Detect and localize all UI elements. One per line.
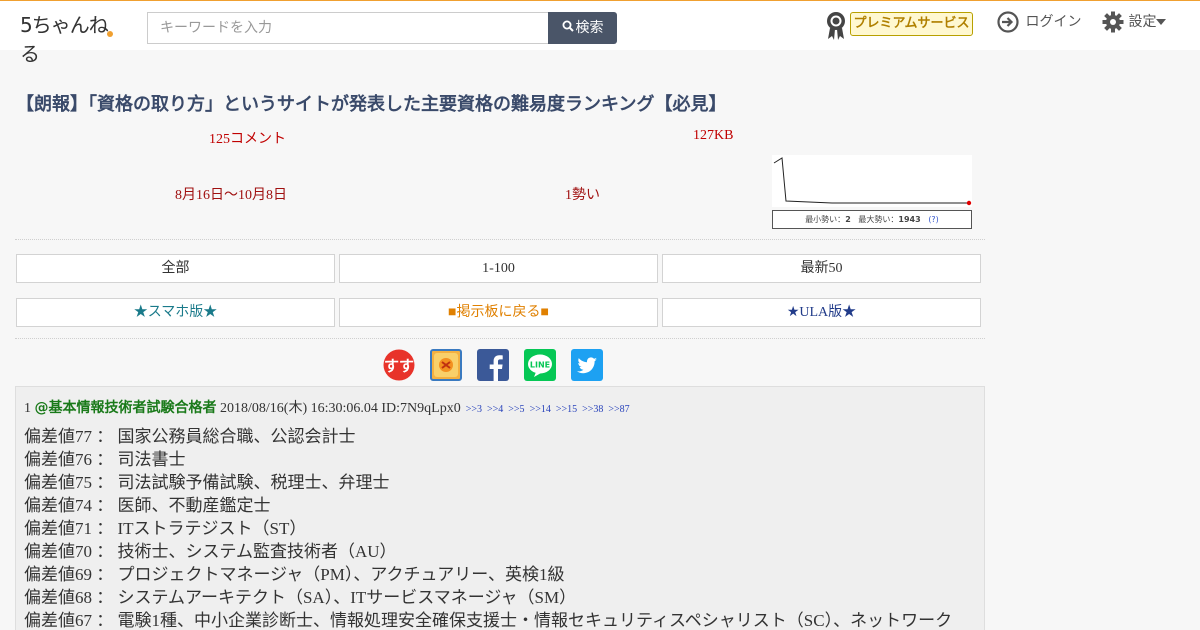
comment-count: 125コメント [209,132,286,147]
max-momentum-label: 最大勢い： [858,215,899,224]
reply-link[interactable]: >>14 [530,404,551,415]
reply-link[interactable]: >>3 [466,404,482,415]
back-to-board-button[interactable]: ■掲示板に戻る■ [339,298,658,327]
site-logo[interactable]: 5ちゃんねる [20,9,115,66]
reply-link[interactable]: >>4 [487,404,503,415]
search-button[interactable]: 検索 [548,12,617,44]
thread-date-range: 8月16日〜10月8日 [175,188,287,203]
post-header: 1 @基本情報技術者試験合格者 2018/08/16(木) 16:30:06.0… [24,397,630,417]
top-bar: 5ちゃんねる キーワードを入力 検索 プレミアムサービス ログイン 設定 [0,0,1200,66]
sumaho-icon[interactable]: すす [383,349,415,381]
settings-label: 設定 [1128,14,1157,30]
post-line: 偏差値76 ： 司法書士 [24,450,186,469]
post-date: 2018/08/16(木) 16:30:06.04 [220,401,378,416]
premium-label: プレミアムサービス [850,12,973,36]
post-line: 偏差値70 ： 技術士、システム監査技術者（AU） [24,542,397,561]
gear-icon [1102,11,1128,33]
medal-icon [825,11,847,41]
post-line: 偏差値74 ： 医師、不動産鑑定士 [24,496,271,515]
login-link[interactable]: ログイン [997,11,1081,37]
caret-down-icon [1156,14,1167,30]
facebook-icon[interactable] [477,349,509,381]
post-line: 偏差値75 ： 司法試験予備試験、税理士、弁理士 [24,473,390,492]
post-line: 偏差値68 ： システムアーキテクト（SA）、ITサービスマネージャ（SM） [24,588,577,607]
reply-link[interactable]: >>38 [582,404,603,415]
thread-momentum: 1勢い [565,188,600,203]
momentum-help-link[interactable]: (?) [928,215,939,224]
min-momentum-label: 最小勢い： [805,215,846,224]
search-icon [562,12,574,44]
logo-text: 5ちゃんねる [20,13,109,66]
reply-link[interactable]: >>87 [608,404,629,415]
range-1-100-button[interactable]: 1-100 [339,254,658,283]
thread-size: 127KB [693,128,734,143]
momentum-graph [772,155,972,207]
login-icon [997,11,1025,33]
divider [15,338,985,339]
poster-name[interactable]: @基本情報技術者試験合格者 [35,400,217,416]
post-line: 偏差値67 ： 電験1種、中小企業診断士、情報処理安全確保支援士・情報セキュリテ… [24,611,953,630]
sumaho-icon-text: すす [384,357,414,375]
login-label: ログイン [1025,14,1082,30]
post-body: 偏差値77 ： 国家公務員総合職、公認会計士 偏差値76 ： 司法書士 偏差値7… [24,425,952,630]
search-input[interactable]: キーワードを入力 [147,12,549,44]
momentum-caption: 最小勢い：2 最大勢い：1943 (?) [772,210,972,229]
max-momentum-value: 1943 [898,215,921,224]
ula-version-button[interactable]: ★ULA版★ [662,298,981,327]
thread-title: 【朗報】「資格の取り方」というサイトが発表した主要資格の難易度ランキング【必見】 [16,94,727,115]
min-momentum-value: 2 [845,215,851,224]
show-all-button[interactable]: 全部 [16,254,335,283]
post-line: 偏差値77 ： 国家公務員総合職、公認会計士 [24,427,356,446]
search-button-label: 検索 [575,20,604,36]
post: 1 @基本情報技術者試験合格者 2018/08/16(木) 16:30:06.0… [15,386,985,630]
divider [15,239,985,240]
post-number[interactable]: 1 [24,401,31,416]
twitter-icon[interactable] [571,349,603,381]
post-line: 偏差値71 ： ITストラテジスト（ST） [24,519,307,538]
line-icon-text: LINE [530,361,550,370]
post-line: 偏差値69 ： プロジェクトマネージャ（PM）、アクチュアリー、英検1級 [24,565,565,584]
matome-icon[interactable] [430,349,462,381]
reply-link[interactable]: >>5 [508,404,524,415]
settings-menu[interactable]: 設定 [1102,11,1167,37]
line-icon[interactable]: LINE [524,349,556,381]
latest-50-button[interactable]: 最新50 [662,254,981,283]
smartphone-version-button[interactable]: ★スマホ版★ [16,298,335,327]
poster-id[interactable]: ID:7N9qLpx0 [381,401,460,416]
logo-dot [107,31,113,37]
reply-link[interactable]: >>15 [556,404,577,415]
